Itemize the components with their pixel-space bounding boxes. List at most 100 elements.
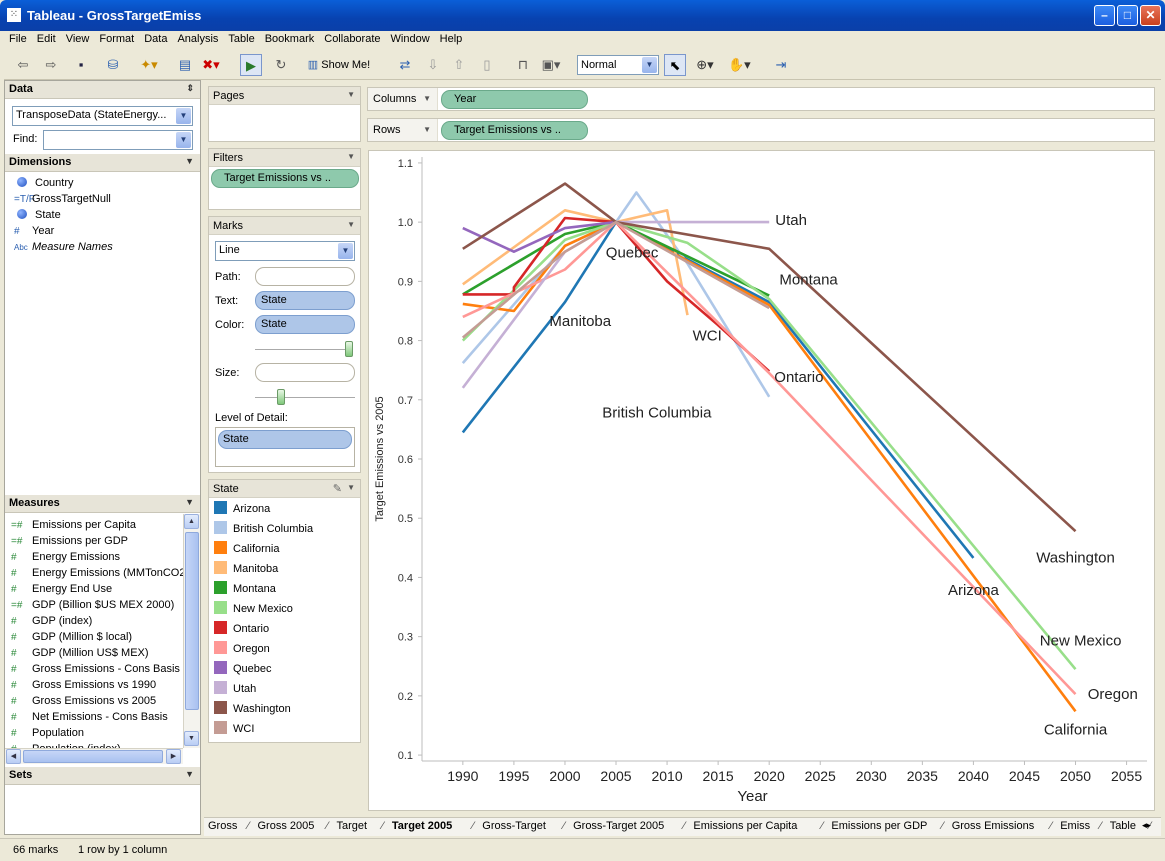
swap-rows-columns-icon[interactable]: ⇄ xyxy=(394,54,416,76)
legend-item-quebec[interactable]: Quebec xyxy=(214,661,272,677)
columns-pill[interactable]: Year xyxy=(441,90,588,109)
presentation-icon[interactable]: ⊓ xyxy=(512,54,534,76)
legend-item-manitoba[interactable]: Manitoba xyxy=(214,561,278,577)
menu-view[interactable]: View xyxy=(61,31,95,45)
caret-down-icon[interactable]: ▼ xyxy=(347,220,355,229)
measure-energy-end-use[interactable]: # Energy End Use xyxy=(11,581,112,597)
path-shelf[interactable] xyxy=(255,267,355,286)
legend-item-british-columbia[interactable]: British Columbia xyxy=(214,521,313,537)
size-slider-handle[interactable] xyxy=(277,389,285,405)
legend-item-wci[interactable]: WCI xyxy=(214,721,254,737)
sort-ascending-icon[interactable]: ⇩ xyxy=(422,54,444,76)
back-arrow-icon[interactable]: ⇦ xyxy=(12,54,34,76)
legend-item-montana[interactable]: Montana xyxy=(214,581,276,597)
measure-population[interactable]: # Population xyxy=(11,725,84,741)
pages-shelf[interactable]: Pages ▼ xyxy=(208,86,361,142)
measure-emissions-per-capita[interactable]: =# Emissions per Capita xyxy=(11,517,136,533)
mark-type-select[interactable]: Line ▼ xyxy=(215,241,355,261)
menu-collaborate[interactable]: Collaborate xyxy=(319,31,385,45)
measure-gross-emissions-cons-basis[interactable]: # Gross Emissions - Cons Basis xyxy=(11,661,180,677)
text-pill[interactable]: State xyxy=(255,291,355,310)
tabs-scroll-icon[interactable]: ◂▸ xyxy=(1142,820,1151,831)
duplicate-sheet-icon[interactable]: ▤ xyxy=(174,54,196,76)
measure-gdp-million-us-mex[interactable]: # GDP (Million US$ MEX) xyxy=(11,645,149,661)
tab-gross-target-2005[interactable]: Gross-Target 2005 xyxy=(573,820,664,832)
sort-descending-icon[interactable]: ⇧ xyxy=(448,54,470,76)
legend-item-arizona[interactable]: Arizona xyxy=(214,501,270,517)
tab-table[interactable]: Table xyxy=(1110,820,1136,832)
pin-icon[interactable]: ⇥ xyxy=(770,54,792,76)
menu-edit[interactable]: Edit xyxy=(32,31,61,45)
columns-shelf[interactable]: Columns ▼ Year xyxy=(367,87,1155,111)
measure-gdp-billion-us-mex-2000[interactable]: =# GDP (Billion $US MEX 2000) xyxy=(11,597,174,613)
menu-bookmark[interactable]: Bookmark xyxy=(260,31,320,45)
filters-shelf[interactable]: Filters ▼ Target Emissions vs .. xyxy=(208,148,361,210)
tab-emissions-per-capita[interactable]: Emissions per Capita xyxy=(693,820,797,832)
measures-scrollbar[interactable]: ▲ ▼ xyxy=(183,514,200,748)
legend-item-washington[interactable]: Washington xyxy=(214,701,291,717)
scroll-left-icon[interactable]: ◀ xyxy=(6,749,21,764)
tab-target[interactable]: Target xyxy=(337,820,368,832)
pan-tool-icon[interactable]: ✋▾ xyxy=(728,54,751,76)
find-input[interactable]: ▼ xyxy=(43,130,193,150)
maximize-button[interactable]: □ xyxy=(1117,5,1138,26)
dimension-country[interactable]: Country xyxy=(14,175,74,191)
pencil-icon[interactable]: ✎ xyxy=(333,482,342,495)
measure-gdp-index[interactable]: # GDP (index) xyxy=(11,613,92,629)
menu-help[interactable]: Help xyxy=(435,31,468,45)
tab-gross[interactable]: Gross xyxy=(208,820,237,832)
dimension-year[interactable]: # Year xyxy=(14,223,54,239)
tab-emissions-per-gdp[interactable]: Emissions per GDP xyxy=(831,820,927,832)
tab-target-2005[interactable]: Target 2005 xyxy=(392,820,452,832)
datasource-select[interactable]: TransposeData (StateEnergy... ▼ xyxy=(12,106,193,126)
zoom-tool-icon[interactable]: ⊕▾ xyxy=(694,54,716,76)
menu-data[interactable]: Data xyxy=(139,31,172,45)
measure-gross-emissions-vs-2005[interactable]: # Gross Emissions vs 2005 xyxy=(11,693,156,709)
close-button[interactable]: ✕ xyxy=(1140,5,1161,26)
tab-gross-target[interactable]: Gross-Target xyxy=(482,820,546,832)
tab-gross-emissions[interactable]: Gross Emissions xyxy=(952,820,1035,832)
rows-shelf[interactable]: Rows ▼ Target Emissions vs .. xyxy=(367,118,1155,142)
measure-gross-emissions-vs-1990[interactable]: # Gross Emissions vs 1990 xyxy=(11,677,156,693)
caret-down-icon[interactable]: ▼ xyxy=(185,769,194,779)
menu-analysis[interactable]: Analysis xyxy=(172,31,223,45)
measure-gdp-million-local[interactable]: # GDP (Million $ local) xyxy=(11,629,132,645)
clear-sheet-icon[interactable]: ✖▾ xyxy=(200,54,222,76)
measure-energy-emissions-mmtonco2e[interactable]: # Energy Emissions (MMTonCO2e xyxy=(11,565,183,581)
measure-emissions-per-gdp[interactable]: =# Emissions per GDP xyxy=(11,533,128,549)
caret-down-icon[interactable]: ▼ xyxy=(423,94,431,103)
scroll-thumb[interactable] xyxy=(185,532,199,710)
caret-down-icon[interactable]: ▼ xyxy=(347,90,355,99)
hscroll-thumb[interactable] xyxy=(23,750,163,763)
scroll-down-icon[interactable]: ▼ xyxy=(184,731,199,746)
fit-icon[interactable]: ▣▾ xyxy=(540,54,562,76)
scroll-right-icon[interactable]: ▶ xyxy=(166,749,181,764)
scroll-up-icon[interactable]: ▲ xyxy=(184,514,199,529)
dimension-measure-names[interactable]: Abc Measure Names xyxy=(14,239,113,255)
measure-energy-emissions[interactable]: # Energy Emissions xyxy=(11,549,120,565)
color-pill[interactable]: State xyxy=(255,315,355,334)
tab-gross-2005[interactable]: Gross 2005 xyxy=(258,820,315,832)
measures-hscrollbar[interactable]: ◀ ▶ xyxy=(5,748,183,764)
legend-item-ontario[interactable]: Ontario xyxy=(214,621,269,637)
opacity-slider-handle[interactable] xyxy=(345,341,353,357)
save-icon[interactable]: ▪ xyxy=(70,54,92,76)
measure-net-emissions-cons-basis[interactable]: # Net Emissions - Cons Basis xyxy=(11,709,168,725)
menu-table[interactable]: Table xyxy=(223,31,259,45)
menu-window[interactable]: Window xyxy=(386,31,435,45)
caret-down-icon[interactable]: ▼ xyxy=(185,497,194,507)
new-worksheet-icon[interactable]: ✦▾ xyxy=(138,54,160,76)
dimension-grosstargetnull[interactable]: =T/FGrossTargetNull xyxy=(14,191,111,207)
caret-down-icon[interactable]: ▼ xyxy=(347,152,355,161)
size-shelf[interactable] xyxy=(255,363,355,382)
refresh-icon[interactable]: ↻ xyxy=(270,54,292,76)
fit-select[interactable]: Normal ▼ xyxy=(577,55,659,75)
pointer-tool-icon[interactable]: ⬉ xyxy=(664,54,686,76)
caret-down-icon[interactable]: ▼ xyxy=(347,483,355,492)
caret-down-icon[interactable]: ▼ xyxy=(423,125,431,134)
minimize-button[interactable]: – xyxy=(1094,5,1115,26)
legend-item-new-mexico[interactable]: New Mexico xyxy=(214,601,293,617)
caret-down-icon[interactable]: ▼ xyxy=(185,156,194,166)
legend-item-california[interactable]: California xyxy=(214,541,279,557)
dimension-state[interactable]: State xyxy=(14,207,61,223)
